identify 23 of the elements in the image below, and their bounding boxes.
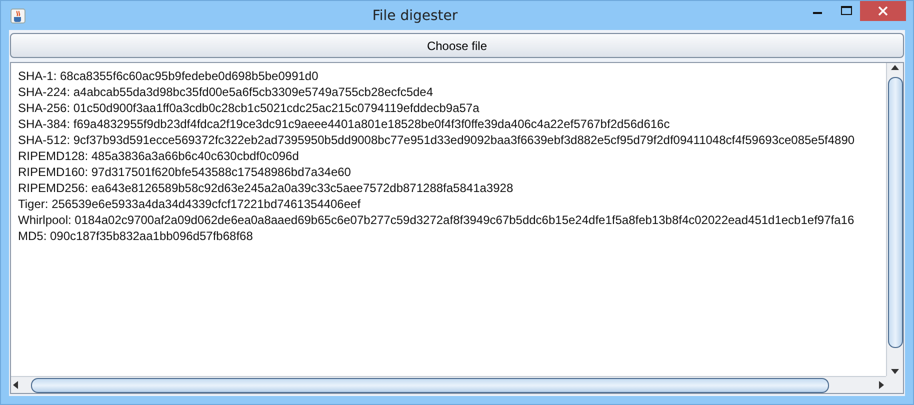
close-button[interactable]: [860, 1, 906, 21]
close-icon: [878, 6, 888, 16]
digest-line: SHA-224: a4abcab55da3d98bc35fd00e5a6f5cb3309e5749a755cb28ecfc5de4: [18, 84, 434, 100]
choose-file-button[interactable]: Choose file: [10, 33, 904, 58]
digest-line: SHA-1: 68ca8355f6c60ac95b9fedebe0d698b5be0991d0: [18, 68, 320, 84]
digest-line: Whirlpool: 0184a02c9700af2a09d062de6ea0a8aaed69b65c6e07b277c59d3272af8f3949c67b5ddc6b15e24dfe1f5a8feb13b8f4c02022ead451d1ecb1ef97fa16: [18, 212, 856, 228]
maximize-icon: [840, 6, 852, 16]
digest-line: RIPEMD128: 485a3836a3a66b6c40c630cbdf0c096d: [18, 148, 300, 164]
digest-line: Tiger: 256539e6e5933a4da34d4339cfcf17221bd7461354406eef: [18, 196, 362, 212]
right-arrow-icon: [876, 380, 886, 390]
digest-line: SHA-512: 9cf37b93d591ecce569372fc322eb2ad7395950b5dd9008bc77e951d33ed9092baa3f6639ebf3d882e5cf95d79f2df09411048cf4f59693ce085e5f4890: [18, 132, 856, 148]
down-arrow-icon: [890, 366, 900, 376]
up-arrow-icon: [890, 63, 900, 73]
digest-line: RIPEMD160: 97d317501f620bfe543588c17548986bd7a34e60: [18, 164, 352, 180]
digest-line: RIPEMD256: ea643e8126589b58c92d63e245a2a0a39c33c5aee7572db871288fa5841a3928: [18, 180, 514, 196]
window-title: File digester: [371, 8, 459, 24]
digest-line: SHA-256: 01c50d900f3aa1ff0a3cdb0c28cb1c5021cdc25ac215c0794119efddecb9a57a: [18, 100, 480, 116]
coffee-cup-icon: [10, 8, 26, 24]
horizontal-scrollbar[interactable]: [11, 376, 886, 393]
vertical-scrollbar[interactable]: [886, 63, 903, 376]
digest-line: MD5: 090c187f35b832aa1bb096d57fb68f68: [18, 228, 254, 244]
digest-line: SHA-384: f69a4832955f9db23df4fdca2f19ce3dc91c9aeee4401a801e18528be0f4f3f0ffe39da406c4a22ef5767bf2d56d616c: [18, 116, 671, 132]
left-arrow-icon: [11, 380, 21, 390]
